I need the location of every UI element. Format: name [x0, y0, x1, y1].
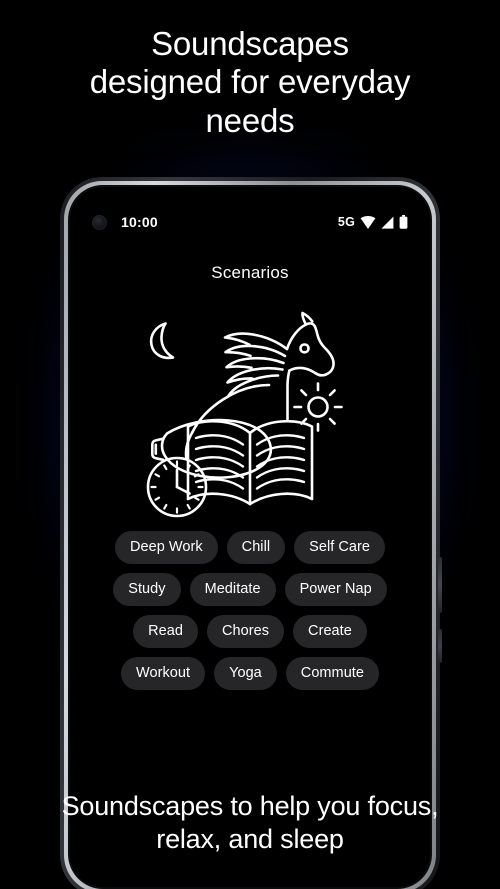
- scenario-chip-chill[interactable]: Chill: [226, 531, 286, 564]
- cellular-signal-icon: [381, 216, 394, 229]
- promo-caption: Soundscapes to help you focus, relax, an…: [61, 791, 439, 854]
- scenario-chip-create[interactable]: Create: [293, 615, 367, 648]
- status-bar-indicators: 5G: [338, 215, 408, 229]
- volume-button[interactable]: [438, 629, 442, 663]
- scenario-chip-study[interactable]: Study: [113, 573, 181, 606]
- scenario-chip-read[interactable]: Read: [133, 615, 198, 648]
- promo-headline: Soundscapes designed for everyday needs: [89, 25, 411, 139]
- screen-title: Scenarios: [211, 263, 289, 282]
- scenario-chip-self-care[interactable]: Self Care: [294, 531, 386, 564]
- scenario-chip-workout[interactable]: Workout: [120, 657, 206, 690]
- punch-hole-camera-icon: [92, 214, 107, 230]
- scenario-chip-power-nap[interactable]: Power Nap: [284, 573, 387, 606]
- chip-row-2: Study Meditate Power Nap: [113, 573, 387, 606]
- scenario-chip-meditate[interactable]: Meditate: [189, 573, 276, 606]
- scenario-chip-chores[interactable]: Chores: [207, 615, 285, 648]
- chip-row-1: Deep Work Chill Self Care: [114, 531, 386, 564]
- status-bar-clock: 10:00: [121, 214, 158, 230]
- phone-mockup: 10:00 5G Scenarios Deep Work Chill Self …: [60, 177, 442, 889]
- chip-row-4: Workout Yoga Commute: [120, 657, 379, 690]
- scenario-chip-yoga[interactable]: Yoga: [214, 657, 277, 690]
- status-bar: 10:00 5G: [70, 211, 430, 233]
- crescent-moon-icon: [149, 322, 175, 360]
- scenario-chip-deep-work[interactable]: Deep Work: [114, 531, 218, 564]
- scenarios-illustration: [137, 311, 363, 521]
- phone-screen: 10:00 5G Scenarios Deep Work Chill Self …: [70, 187, 430, 887]
- power-button[interactable]: [438, 557, 442, 613]
- chip-row-3: Read Chores Create: [133, 615, 367, 648]
- scenario-chip-commute[interactable]: Commute: [285, 657, 379, 690]
- scenario-chip-list: Deep Work Chill Self Care Study Meditate…: [70, 531, 430, 690]
- promo-screenshot: Soundscapes designed for everyday needs …: [0, 0, 500, 889]
- battery-icon: [399, 215, 408, 229]
- wifi-icon: [360, 215, 376, 229]
- network-type-label: 5G: [337, 215, 355, 229]
